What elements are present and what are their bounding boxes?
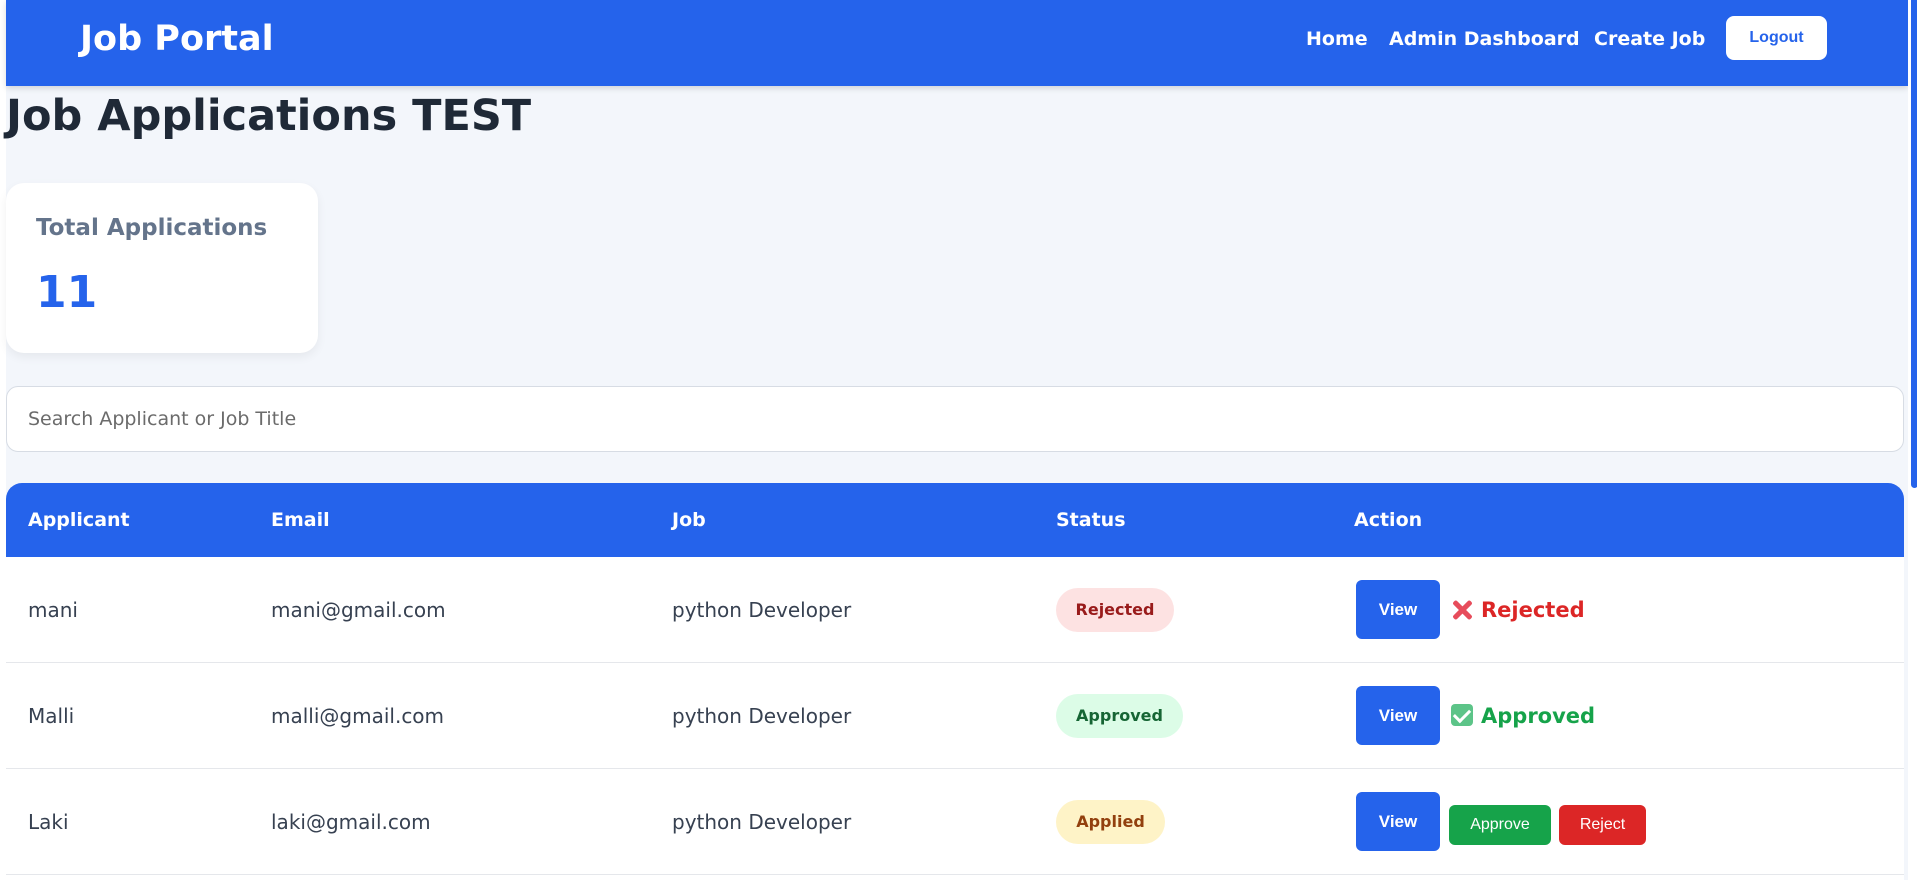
action-result-label: Rejected [1481,598,1585,622]
reject-button[interactable]: Reject [1559,805,1646,845]
column-header-action: Action [1354,509,1423,531]
stat-label: Total Applications [36,215,268,241]
total-applications-card: Total Applications 11 [6,183,318,353]
status-badge: Rejected [1056,588,1174,632]
check-mark-icon [1451,704,1473,726]
applicant-name: Laki [28,810,69,834]
applicant-email: mani@gmail.com [271,598,446,622]
applicant-email: malli@gmail.com [271,704,445,728]
stat-value: 11 [36,267,98,318]
status-badge: Approved [1056,694,1183,738]
page-title: Job Applications TEST [6,91,532,141]
app-viewport: Job Portal Home Admin Dashboard Create J… [0,0,1917,880]
column-header-email: Email [271,509,330,531]
scrollbar-thumb[interactable] [1911,0,1917,488]
logout-button[interactable]: Logout [1726,16,1827,60]
nav-link-create-job[interactable]: Create Job [1594,26,1705,52]
navbar: Job Portal Home Admin Dashboard Create J… [6,0,1908,86]
action-result-label: Approved [1481,704,1596,728]
table-row: Laki laki@gmail.com python Developer App… [6,769,1904,875]
applicant-name: Malli [28,704,75,728]
applicant-name: mani [28,598,78,622]
table-header: Applicant Email Job Status Action [6,483,1904,557]
search-input[interactable] [6,386,1904,452]
view-button[interactable]: View [1356,580,1440,639]
action-result: Rejected [1451,557,1585,663]
view-button[interactable]: View [1356,686,1440,745]
nav-link-admin-dashboard[interactable]: Admin Dashboard [1389,26,1580,52]
applications-table: Applicant Email Job Status Action mani m… [6,483,1904,880]
view-button[interactable]: View [1356,792,1440,851]
applicant-email: laki@gmail.com [271,810,431,834]
brand-logo[interactable]: Job Portal [80,16,274,62]
action-result: Approved [1451,663,1595,769]
table-row: Malli malli@gmail.com python Developer A… [6,663,1904,769]
job-title: python Developer [672,598,852,622]
approve-button[interactable]: Approve [1449,805,1551,845]
nav-link-home[interactable]: Home [1306,26,1368,52]
job-title: python Developer [672,704,852,728]
column-header-job: Job [672,509,706,531]
job-title: python Developer [672,810,852,834]
status-badge: Applied [1056,800,1165,844]
table-row: mani mani@gmail.com python Developer Rej… [6,557,1904,663]
column-header-applicant: Applicant [28,509,130,531]
column-header-status: Status [1056,509,1126,531]
cross-mark-icon [1451,598,1473,620]
